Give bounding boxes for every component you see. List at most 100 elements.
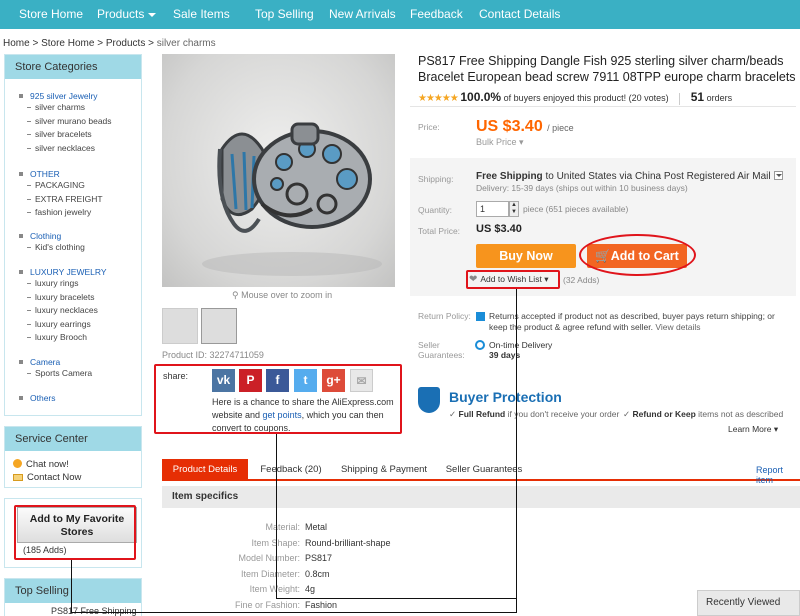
view-details-link[interactable]: View details	[655, 322, 700, 332]
category-title[interactable]: LUXURY JEWELRY	[19, 267, 107, 277]
quantity-input[interactable]: 1	[476, 201, 509, 217]
total-price-label: Total Price:	[418, 226, 461, 236]
price: US $3.40 / piece	[476, 118, 574, 136]
zoom-hint-text: Mouse over to zoom in	[241, 290, 333, 300]
tab-feedback[interactable]: Feedback (20)	[248, 459, 334, 481]
category-item[interactable]: luxury necklaces	[19, 304, 107, 318]
spec-value: Metal	[305, 522, 328, 532]
category-title[interactable]: Camera	[19, 357, 92, 367]
contact-now-link[interactable]: Contact Now	[13, 472, 81, 483]
spec-key: Item Weight:	[249, 584, 300, 594]
thumbnail-2[interactable]	[201, 308, 237, 344]
category-item[interactable]: EXTRA FREIGHT	[19, 193, 103, 207]
category-title[interactable]: Others	[19, 393, 56, 403]
nav-new-arrivals[interactable]: New Arrivals	[329, 0, 396, 29]
quantity-stepper[interactable]: ▲ ▼	[509, 201, 519, 217]
breadcrumb-separator: >	[148, 38, 154, 49]
breadcrumb-separator: >	[32, 38, 39, 49]
category-item[interactable]: luxury earrings	[19, 318, 107, 332]
check-icon: ✓	[623, 409, 631, 419]
quantity-label: Quantity:	[418, 205, 453, 215]
shipping-dropdown[interactable]	[773, 171, 783, 180]
rating-percent: 100.0%	[460, 90, 502, 104]
category-group: 925 silver Jewelry silver charms silver mu…	[19, 91, 112, 155]
nav-feedback[interactable]: Feedback	[410, 0, 463, 29]
top-selling-title: Top Selling	[5, 579, 141, 603]
category-item[interactable]: silver necklaces	[19, 142, 112, 156]
top-nav: Store Home Products Sale Items Top Selli…	[0, 0, 800, 29]
learn-more-link[interactable]: Learn More ▾	[728, 424, 778, 435]
product-title: PS817 Free Shipping Dangle Fish 925 ster…	[418, 54, 796, 84]
category-item[interactable]: luxury Brooch	[19, 331, 107, 345]
chat-now-link[interactable]: Chat now!	[13, 459, 69, 470]
check-icon: ✓	[449, 409, 457, 419]
category-item[interactable]: Sports Camera	[19, 367, 92, 381]
category-group: Camera Sports Camera	[19, 357, 92, 381]
breadcrumb-separator: >	[97, 38, 104, 49]
annotation-box-wishlist	[466, 270, 560, 289]
shipping-destination: United States via China Post Registered …	[556, 171, 771, 182]
recently-viewed-tab[interactable]: Recently Viewed	[697, 590, 800, 616]
report-item-link[interactable]: Report item	[756, 465, 800, 485]
thumbnail-1[interactable]	[162, 308, 198, 344]
nav-products[interactable]: Products	[97, 0, 157, 29]
full-refund-label: Full Refund	[458, 409, 506, 419]
store-categories-title: Store Categories	[5, 55, 141, 79]
spec-key: Fine or Fashion:	[234, 599, 300, 610]
category-group: Others	[19, 393, 56, 403]
breadcrumb-store-home[interactable]: Store Home	[41, 38, 94, 49]
breadcrumb: Home > Store Home > Products > silver ch…	[3, 38, 216, 49]
nav-store-home[interactable]: Store Home	[19, 0, 83, 29]
per-piece: / piece	[547, 123, 574, 133]
guarantee-label-1: Seller	[418, 340, 440, 350]
connector-line	[276, 598, 517, 599]
spec-value: Round-brilliant-shape	[305, 537, 391, 548]
nav-products-label: Products	[97, 7, 145, 21]
spec-value: 4g	[305, 584, 316, 594]
detail-tabs: Product Details Feedback (20) Shipping &…	[162, 459, 800, 481]
spec-value: Fashion	[305, 599, 338, 610]
category-title[interactable]: OTHER	[19, 169, 103, 179]
buy-now-button[interactable]: Buy Now	[476, 244, 576, 268]
annotation-box-share	[154, 364, 402, 434]
tab-seller-guarantees[interactable]: Seller Guarantees	[434, 459, 534, 481]
tab-product-details[interactable]: Product Details	[162, 459, 248, 481]
rating-text: of buyers enjoyed this product! (20 vote…	[503, 93, 669, 103]
nav-sale-items[interactable]: Sale Items	[173, 0, 230, 29]
mail-icon	[13, 474, 23, 481]
main-product-image[interactable]	[162, 54, 395, 287]
breadcrumb-products[interactable]: Products	[106, 38, 145, 49]
top-selling-item[interactable]: PS817 Free Shipping	[51, 606, 137, 616]
category-item[interactable]: silver murano beads	[19, 115, 112, 129]
product-id: Product ID: 32274711059	[162, 350, 264, 360]
category-group: OTHER PACKAGING EXTRA FREIGHT fashion jewel…	[19, 169, 103, 220]
breadcrumb-current[interactable]: silver charms	[157, 38, 216, 49]
category-item[interactable]: luxury bracelets	[19, 291, 107, 305]
category-title[interactable]: 925 silver Jewelry	[19, 91, 112, 101]
category-item[interactable]: luxury rings	[19, 277, 107, 291]
category-item[interactable]: silver bracelets	[19, 128, 112, 142]
bulk-price-link[interactable]: Bulk Price ▾	[476, 137, 524, 148]
category-item[interactable]: fashion jewelry	[19, 206, 103, 220]
return-text: Returns accepted if product not as descr…	[489, 311, 775, 332]
nav-contact-details[interactable]: Contact Details	[479, 0, 560, 29]
tab-shipping-payment[interactable]: Shipping & Payment	[334, 459, 434, 481]
category-group: Clothing Kid's clothing	[19, 231, 85, 255]
category-item[interactable]: PACKAGING	[19, 179, 103, 193]
category-title[interactable]: Clothing	[19, 231, 85, 241]
annotation-box-favorite	[14, 505, 136, 560]
shipping-to: to	[545, 171, 554, 182]
breadcrumb-home[interactable]: Home	[3, 38, 30, 49]
refund-keep-label: Refund or Keep	[632, 409, 696, 419]
on-time-delivery: On-time Delivery 39 days	[489, 340, 552, 360]
category-item[interactable]: silver charms	[19, 101, 112, 115]
nav-top-selling[interactable]: Top Selling	[255, 0, 314, 29]
guarantee-label-2: Guarantees:	[418, 350, 465, 360]
divider	[410, 106, 796, 107]
shipping-label: Shipping:	[418, 174, 454, 184]
spec-value: 0.8cm	[305, 568, 330, 579]
fish-charm-image	[202, 122, 382, 276]
category-item[interactable]: Kid's clothing	[19, 241, 85, 255]
top-selling-panel: Top Selling PS817 Free Shipping	[4, 578, 142, 616]
price-value: US $3.40	[476, 118, 543, 135]
